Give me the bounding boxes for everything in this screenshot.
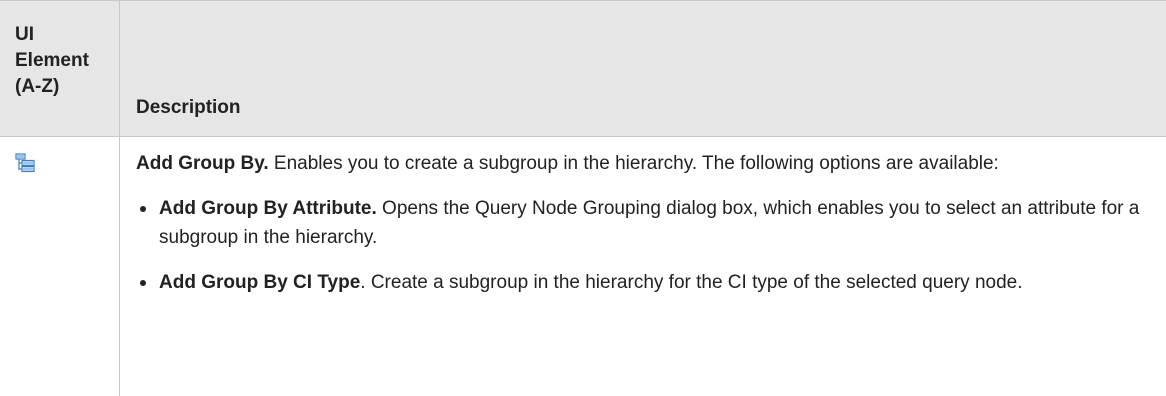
header-description: Description	[136, 97, 241, 118]
column-divider	[119, 1, 120, 396]
bullet-icon	[140, 280, 146, 286]
description-cell: Add Group By. Enables you to create a su…	[136, 149, 1146, 313]
option-text: . Create a subgroup in the hierarchy for…	[360, 272, 1023, 293]
add-group-by-text: Enables you to create a subgroup in the …	[268, 153, 999, 174]
options-list: Add Group By Attribute. Opens the Query …	[136, 194, 1146, 297]
list-item: Add Group By Attribute. Opens the Query …	[136, 194, 1146, 252]
add-group-by-icon	[15, 153, 35, 173]
option-term: Add Group By CI Type	[159, 272, 361, 293]
add-group-by-description: Add Group By. Enables you to create a su…	[136, 149, 1146, 178]
option-term: Add Group By Attribute.	[159, 198, 377, 219]
header-ui-element: UI Element (A-Z)	[15, 24, 89, 97]
list-item: Add Group By CI Type. Create a subgroup …	[136, 268, 1146, 297]
add-group-by-term: Add Group By.	[136, 153, 269, 174]
table-header-row: UI Element (A-Z) Description	[0, 1, 1166, 137]
bullet-icon	[140, 206, 146, 212]
ui-element-table: UI Element (A-Z) Description Add Group B…	[0, 0, 1166, 396]
